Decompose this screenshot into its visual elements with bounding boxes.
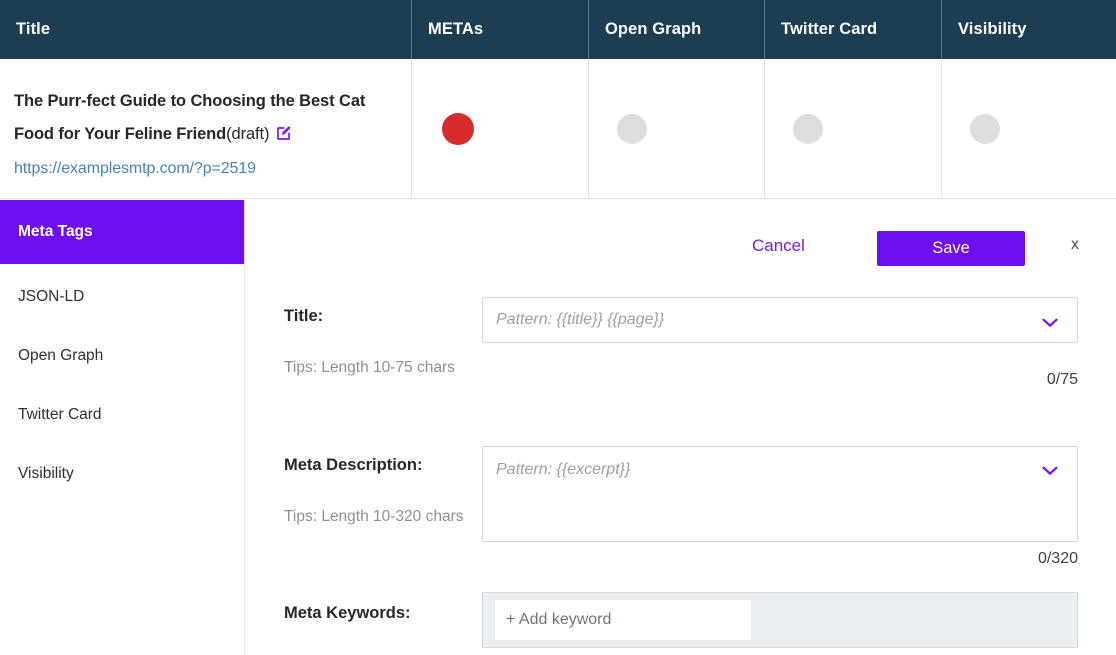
- cell-metas-status[interactable]: [412, 59, 589, 198]
- edit-square-icon[interactable]: [275, 121, 292, 154]
- sidebar-item-meta-tags[interactable]: Meta Tags: [0, 200, 244, 264]
- post-title-text: The Purr-fect Guide to Choosing the Best…: [14, 92, 366, 143]
- post-title: The Purr-fect Guide to Choosing the Best…: [14, 85, 397, 154]
- title-char-counter: 0/75: [1046, 371, 1078, 388]
- add-keyword-input[interactable]: [495, 600, 751, 640]
- cancel-button[interactable]: Cancel: [752, 236, 805, 256]
- sidebar-item-label: Twitter Card: [18, 405, 102, 423]
- meta-description-textarea[interactable]: [482, 446, 1078, 542]
- status-dot-twitter-card[interactable]: [793, 113, 823, 144]
- cell-twitter-card-status[interactable]: [765, 59, 942, 198]
- column-header-metas[interactable]: METAs: [412, 0, 589, 59]
- meta-editor-panel: Meta Tags JSON-LD Open Graph Twitter Car…: [0, 200, 1116, 655]
- title-field-label: Title:: [284, 307, 324, 325]
- title-input[interactable]: [482, 297, 1078, 343]
- meta-description-char-counter: 0/320: [1037, 550, 1078, 567]
- status-dot-metas[interactable]: [442, 112, 474, 145]
- meta-description-field-label: Meta Description:: [284, 456, 423, 474]
- meta-keywords-field-label: Meta Keywords:: [284, 604, 411, 622]
- meta-keywords-container: [482, 592, 1078, 648]
- status-dot-open-graph[interactable]: [617, 113, 647, 144]
- post-url-link[interactable]: https://examplesmtp.com/?p=2519: [14, 154, 397, 184]
- title-field-tip: Tips: Length 10-75 chars: [284, 359, 455, 376]
- sidebar-item-label: JSON-LD: [18, 287, 85, 305]
- posts-table: Title METAs Open Graph Twitter Card Visi…: [0, 0, 1116, 199]
- column-header-visibility[interactable]: Visibility: [942, 0, 1116, 59]
- meta-description-field-tip: Tips: Length 10-320 chars: [284, 508, 464, 525]
- sidebar-item-open-graph[interactable]: Open Graph: [0, 326, 244, 385]
- editor-tab-list: Meta Tags JSON-LD Open Graph Twitter Car…: [0, 200, 245, 655]
- cell-visibility-status[interactable]: [942, 59, 1116, 198]
- save-button[interactable]: Save: [877, 231, 1025, 266]
- editor-action-bar: Cancel Save x: [246, 200, 1116, 275]
- post-status-draft: (draft): [226, 125, 270, 143]
- cell-open-graph-status[interactable]: [589, 59, 765, 198]
- sidebar-item-label: Open Graph: [18, 346, 104, 364]
- sidebar-item-json-ld[interactable]: JSON-LD: [0, 267, 244, 326]
- sidebar-item-label: Visibility: [18, 464, 74, 482]
- sidebar-item-twitter-card[interactable]: Twitter Card: [0, 385, 244, 444]
- column-header-title[interactable]: Title: [0, 0, 412, 59]
- app-root: Title METAs Open Graph Twitter Card Visi…: [0, 0, 1116, 655]
- sidebar-item-label: Meta Tags: [18, 223, 93, 240]
- editor-content: Cancel Save x Title: Tips: Length 10-75 …: [246, 200, 1116, 655]
- cell-title: The Purr-fect Guide to Choosing the Best…: [0, 59, 412, 198]
- table-header-row: Title METAs Open Graph Twitter Card Visi…: [0, 0, 1116, 59]
- column-header-open-graph[interactable]: Open Graph: [589, 0, 765, 59]
- close-button[interactable]: x: [1071, 236, 1079, 254]
- column-header-twitter-card[interactable]: Twitter Card: [765, 0, 942, 59]
- status-dot-visibility[interactable]: [970, 113, 1000, 144]
- table-row: The Purr-fect Guide to Choosing the Best…: [0, 59, 1116, 199]
- sidebar-item-visibility[interactable]: Visibility: [0, 444, 244, 503]
